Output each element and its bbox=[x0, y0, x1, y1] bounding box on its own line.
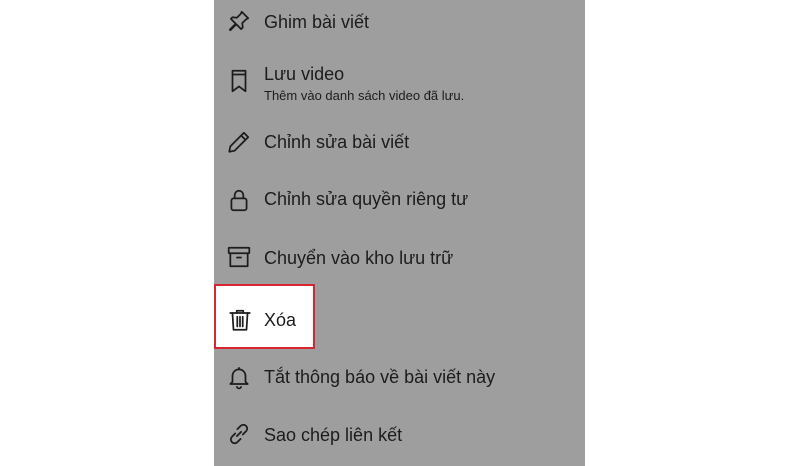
post-options-menu: Ghim bài viết Lưu video Thêm vào danh sá… bbox=[214, 0, 585, 466]
menu-item-label: Ghim bài viết bbox=[264, 12, 370, 32]
menu-item-copy-link[interactable]: Sao chép liên kết bbox=[214, 410, 585, 460]
archive-icon bbox=[226, 244, 252, 270]
menu-item-label: Chỉnh sửa quyền riêng tư bbox=[264, 189, 469, 209]
pin-icon bbox=[226, 8, 252, 34]
menu-item-sublabel: Thêm vào danh sách video đã lưu. bbox=[264, 88, 465, 103]
screenshot-stage: Ghim bài viết Lưu video Thêm vào danh sá… bbox=[0, 0, 800, 466]
menu-item-edit-post[interactable]: Chỉnh sửa bài viết bbox=[214, 118, 585, 168]
menu-item-turn-off-notifications[interactable]: Tắt thông báo về bài viết này bbox=[214, 353, 585, 403]
menu-item-label: Sao chép liên kết bbox=[264, 425, 403, 445]
lock-icon bbox=[226, 187, 252, 213]
bell-icon bbox=[226, 364, 252, 390]
menu-item-label: Lưu video bbox=[264, 64, 345, 84]
menu-item-delete[interactable]: Xóa bbox=[214, 284, 315, 349]
menu-item-save-video[interactable]: Lưu video Thêm vào danh sách video đã lư… bbox=[214, 58, 585, 108]
menu-item-pin-post[interactable]: Ghim bài viết bbox=[214, 0, 585, 50]
trash-icon bbox=[227, 307, 253, 333]
menu-item-label: Chỉnh sửa bài viết bbox=[264, 132, 410, 152]
menu-item-label: Chuyển vào kho lưu trữ bbox=[264, 248, 454, 268]
pencil-icon bbox=[226, 129, 252, 155]
menu-item-edit-privacy[interactable]: Chỉnh sửa quyền riêng tư bbox=[214, 175, 585, 225]
menu-item-label: Tắt thông báo về bài viết này bbox=[264, 367, 496, 387]
link-icon bbox=[226, 421, 252, 447]
menu-item-label: Xóa bbox=[264, 310, 297, 330]
menu-item-move-to-archive[interactable]: Chuyển vào kho lưu trữ bbox=[214, 233, 585, 283]
bookmark-icon bbox=[226, 68, 252, 94]
